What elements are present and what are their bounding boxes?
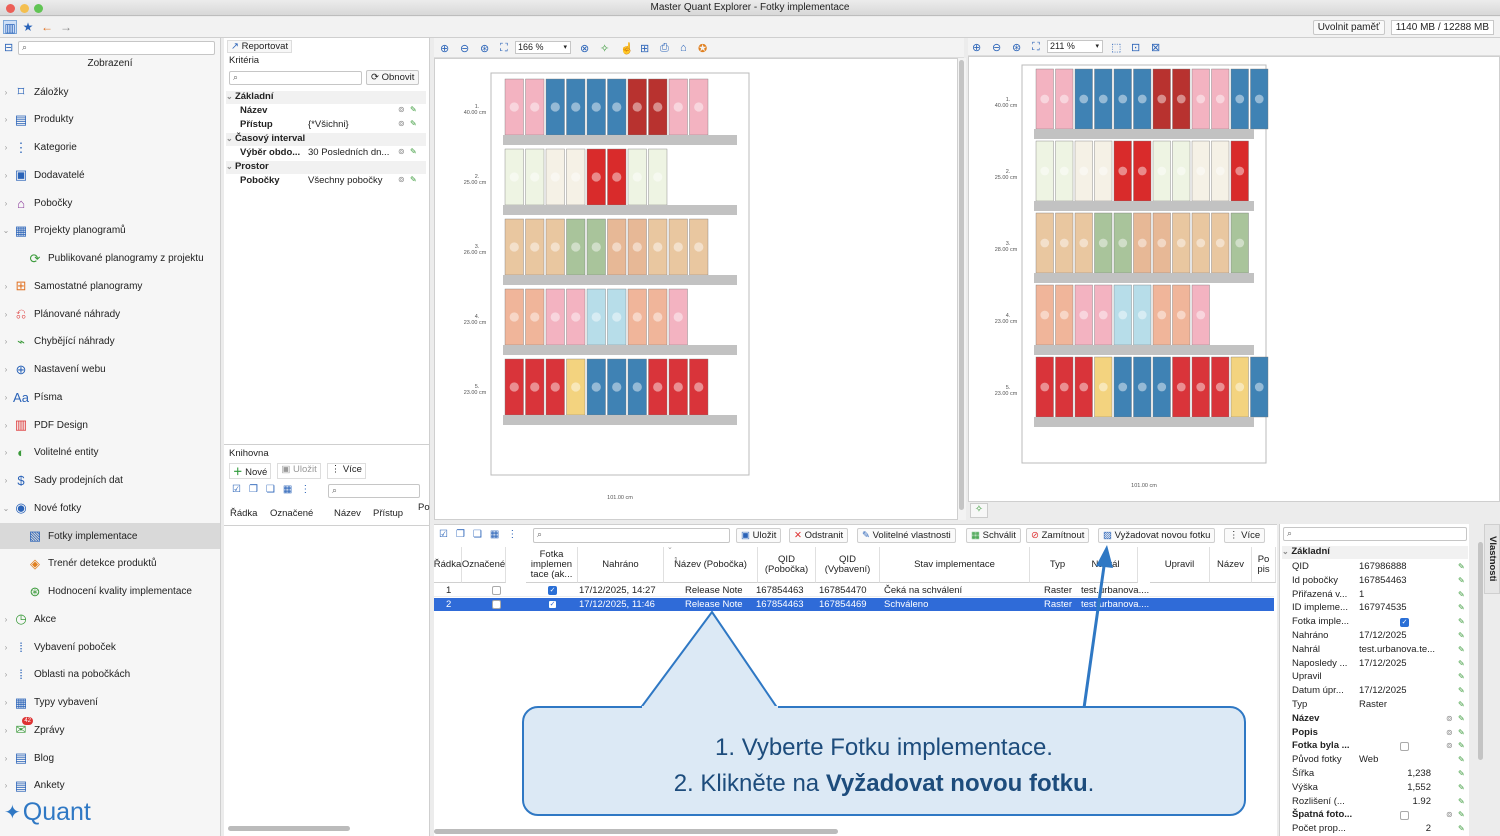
callout-line-2-bold: Vyžadovat novou fotku xyxy=(825,770,1088,797)
callout-arrow-head xyxy=(1096,545,1113,568)
callout-line-2-prefix: 2. Klikněte na xyxy=(673,770,826,797)
callout-pointer-join xyxy=(642,706,778,711)
instruction-callout: 1. Vyberte Fotku implementace. 2. Klikně… xyxy=(522,706,1246,816)
callout-pointer-mask xyxy=(642,706,778,711)
callout-line-2: 2. Klikněte na Vyžadovat novou fotku. xyxy=(524,766,1244,802)
callout-line-1: 1. Vyberte Fotku implementace. xyxy=(715,734,1053,761)
callout-pointer xyxy=(638,610,780,710)
callout-line-2-suffix: . xyxy=(1087,770,1095,797)
callout-arrow-line xyxy=(1082,551,1108,709)
